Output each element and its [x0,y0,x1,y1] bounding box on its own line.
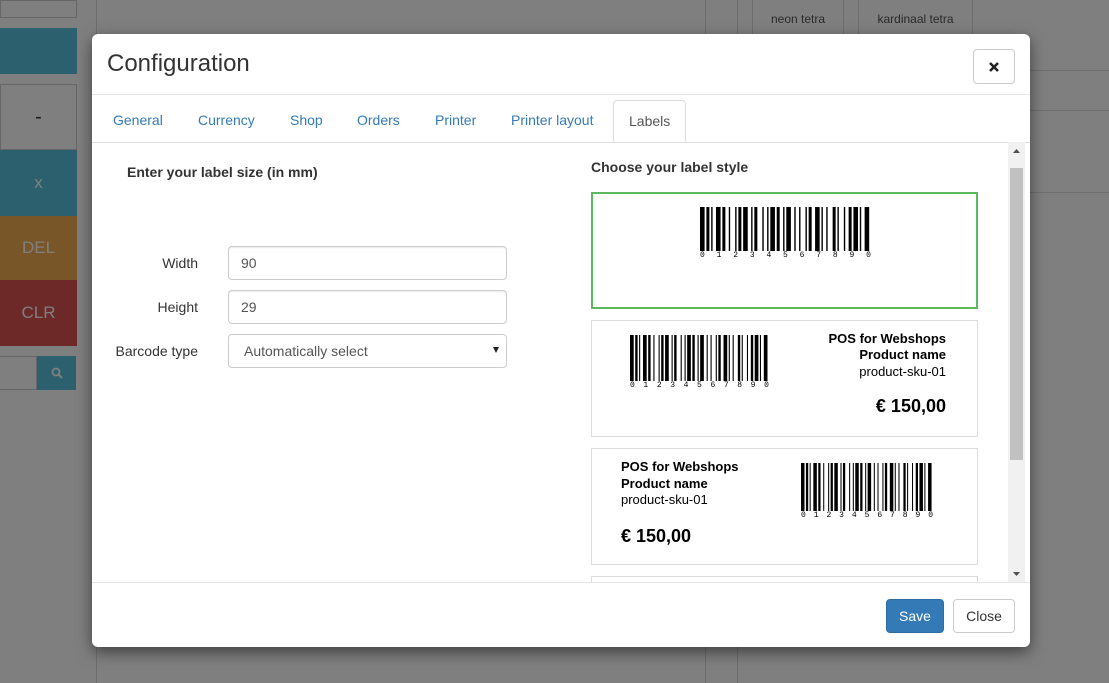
price-text: € 150,00 [621,526,692,546]
barcode-digit: 3 [839,511,844,520]
barcode-type-select[interactable]: Automatically select [228,334,507,368]
tab-printer[interactable]: Printer [420,100,491,141]
barcode-digit: 1 [716,251,722,260]
label-size-heading: Enter your label size (in mm) [127,164,318,180]
barcode-digit: 1 [643,381,649,390]
barcode-digit: 0 [700,251,705,260]
close-icon [989,61,999,72]
tab-labels[interactable]: Labels [613,100,687,142]
barcode-digit: 5 [783,251,788,260]
label-style-list[interactable]: 01234567890 01234567890 POS for Webshops… [591,192,978,582]
product-name-text: Product name [859,347,946,362]
close-button[interactable]: Close [953,599,1015,633]
save-button[interactable]: Save [886,599,944,633]
tab-currency[interactable]: Currency [183,100,270,141]
barcode-digit: 0 [928,511,933,520]
tab-orders[interactable]: Orders [342,100,415,141]
config-tabs: General Currency Shop Orders Printer Pri… [92,100,1030,143]
label-style-barcode-right[interactable]: POS for Webshops Product name product-sk… [591,448,978,565]
modal-header: Configuration [92,34,1030,95]
barcode-bars [700,207,870,251]
barcode-type-label: Barcode type [115,343,199,359]
barcode-digit: 7 [723,381,729,390]
product-name-text: Product name [621,476,708,491]
modal-footer: Save Close [92,582,1030,647]
barcode-digit: 0 [630,381,635,390]
barcode-digit: 4 [851,511,857,520]
barcode-digits: 01234567890 [801,511,933,520]
scroll-up-arrow-icon[interactable] [1008,142,1025,159]
shop-name-text: POS for Webshops [828,331,947,346]
barcode-digits: 0 1 2 3 4 5 6 7 8 9 0 [700,251,871,260]
sku-text: product-sku-01 [859,364,946,379]
width-label: Width [162,255,198,271]
barcode-digit: 3 [670,381,676,390]
barcode-digit: 6 [877,511,883,520]
scroll-down-arrow-icon[interactable] [1008,565,1025,582]
modal-title: Configuration [107,50,250,77]
styles-scrollbar[interactable] [1008,142,1025,582]
modal-body: Enter your label size (in mm) Width Heig… [92,142,1030,582]
barcode-digit: 9 [915,511,921,520]
barcode-digit: 0 [764,381,769,390]
scrollbar-thumb[interactable] [1010,168,1023,460]
label-style-barcode-only[interactable]: 0 1 2 3 4 5 6 7 8 9 0 [591,192,978,309]
width-input[interactable] [228,246,507,280]
close-modal-button[interactable] [973,49,1015,84]
barcode-bars [630,335,768,381]
barcode-digit: 8 [832,251,838,260]
tab-printer-layout[interactable]: Printer layout [496,100,608,141]
height-label: Height [157,299,198,315]
barcode-bars [801,463,932,511]
price-text: € 150,00 [875,396,946,416]
barcode-digit: 8 [902,511,908,520]
barcode-digit: 9 [750,381,756,390]
barcode-digit: 6 [799,251,805,260]
caret-down-icon [493,347,499,353]
barcode-digits: 01234567890 [630,381,769,390]
label-style-heading: Choose your label style [591,159,749,175]
barcode-digit: 9 [849,251,855,260]
barcode-digit: 2 [656,381,662,390]
barcode-digit: 7 [816,251,822,260]
barcode-digit: 5 [697,381,702,390]
configuration-modal: Configuration General Currency Shop Orde… [92,34,1030,647]
height-input[interactable] [228,290,507,324]
barcode-digit: 7 [890,511,895,520]
barcode-digit: 0 [866,251,871,260]
barcode-type-value: Automatically select [244,343,368,359]
label-style-barcode-left[interactable]: 01234567890 POS for Webshops Product nam… [591,320,978,437]
tab-shop[interactable]: Shop [275,100,338,141]
barcode-digit: 2 [733,251,739,260]
barcode-digit: 4 [766,251,772,260]
shop-name-text: POS for Webshops [621,459,739,474]
barcode-digit: 5 [864,511,870,520]
barcode-digit: 1 [813,511,819,520]
barcode-digit: 2 [826,511,832,520]
barcode-digit: 4 [683,381,689,390]
barcode-digit: 0 [801,511,806,520]
barcode-digit: 6 [710,381,716,390]
sku-text: product-sku-01 [621,492,708,507]
tab-general[interactable]: General [98,100,178,141]
barcode-digit: 3 [749,251,755,260]
barcode-digit: 8 [737,381,743,390]
